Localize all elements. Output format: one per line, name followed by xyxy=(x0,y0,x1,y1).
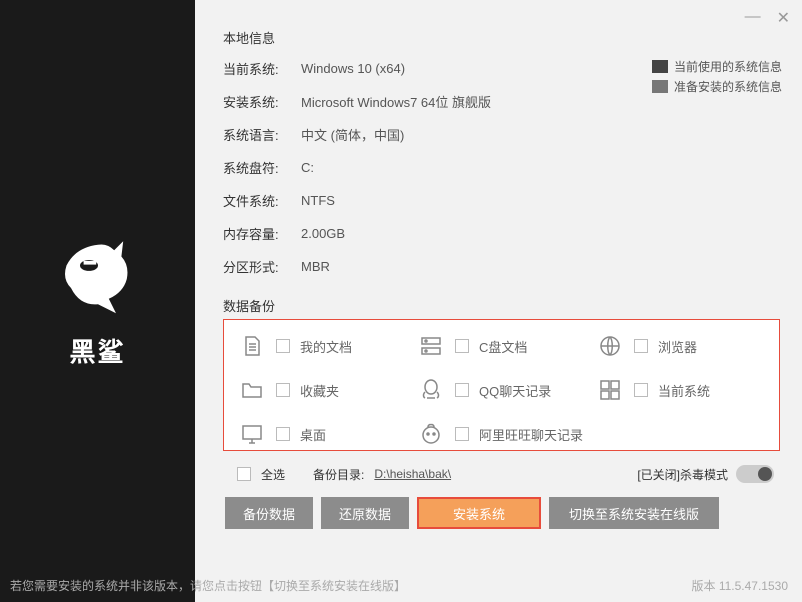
backup-dir-path[interactable]: D:\heisha\bak\ xyxy=(374,467,451,481)
wangwang-icon xyxy=(417,420,445,448)
checkbox[interactable] xyxy=(634,339,648,353)
local-info-title: 本地信息 xyxy=(223,28,780,47)
backup-item-browser[interactable]: 浏览器 xyxy=(596,332,765,360)
document-icon xyxy=(238,332,266,360)
checkbox[interactable] xyxy=(455,427,469,441)
drive-icon xyxy=(417,332,445,360)
checkbox[interactable] xyxy=(276,427,290,441)
minimize-button[interactable]: — xyxy=(745,8,761,28)
sidebar: 黑鲨 xyxy=(0,0,195,602)
windows-icon xyxy=(596,376,624,404)
backup-item-documents[interactable]: 我的文档 xyxy=(238,332,407,360)
browser-icon xyxy=(596,332,624,360)
qq-icon xyxy=(417,376,445,404)
backup-item-favorites[interactable]: 收藏夹 xyxy=(238,376,407,404)
backup-item-system[interactable]: 当前系统 xyxy=(596,376,765,404)
backup-item-cdrive[interactable]: C盘文档 xyxy=(417,332,586,360)
info-row: 分区形式:MBR xyxy=(223,257,780,276)
footer-tip: 若您需要安装的系统并非该版本，请您点击按钮【切换至系统安装在线版】 xyxy=(10,577,406,594)
desktop-icon xyxy=(238,420,266,448)
footer-version: 版本 11.5.47.1530 xyxy=(691,577,788,594)
backup-item-desktop[interactable]: 桌面 xyxy=(238,420,407,448)
restore-button[interactable]: 还原数据 xyxy=(321,497,409,529)
virus-mode-toggle[interactable] xyxy=(736,465,774,483)
main-panel: 当前使用的系统信息 准备安装的系统信息 本地信息 当前系统:Windows 10… xyxy=(195,0,802,602)
legend-target-label: 准备安装的系统信息 xyxy=(674,78,782,95)
info-row: 内存容量:2.00GB xyxy=(223,224,780,243)
switch-button[interactable]: 切换至系统安装在线版 xyxy=(549,497,719,529)
checkbox[interactable] xyxy=(276,339,290,353)
shark-icon xyxy=(53,234,143,324)
install-button[interactable]: 安装系统 xyxy=(417,497,541,529)
backup-button[interactable]: 备份数据 xyxy=(225,497,313,529)
checkbox[interactable] xyxy=(455,339,469,353)
backup-item-qq[interactable]: QQ聊天记录 xyxy=(417,376,586,404)
select-all-label: 全选 xyxy=(261,466,285,483)
legend-current-label: 当前使用的系统信息 xyxy=(674,58,782,75)
legend-swatch-target xyxy=(652,80,668,93)
brand-name: 黑鲨 xyxy=(69,332,125,369)
backup-dir-label: 备份目录: xyxy=(313,466,364,483)
close-button[interactable]: ✕ xyxy=(777,8,790,28)
folder-icon xyxy=(238,376,266,404)
checkbox[interactable] xyxy=(634,383,648,397)
info-row: 文件系统:NTFS xyxy=(223,191,780,210)
virus-mode-label: [已关闭]杀毒模式 xyxy=(637,466,728,483)
info-row: 系统盘符:C: xyxy=(223,158,780,177)
checkbox[interactable] xyxy=(455,383,469,397)
backup-title: 数据备份 xyxy=(223,296,780,315)
backup-box: 我的文档 C盘文档 浏览器 收藏夹 QQ聊天记录 xyxy=(223,319,780,451)
info-row: 系统语言:中文 (简体，中国) xyxy=(223,125,780,144)
select-all-checkbox[interactable] xyxy=(237,467,251,481)
checkbox[interactable] xyxy=(276,383,290,397)
backup-item-wangwang[interactable]: 阿里旺旺聊天记录 xyxy=(417,420,586,448)
legend: 当前使用的系统信息 准备安装的系统信息 xyxy=(652,58,782,98)
logo: 黑鲨 xyxy=(53,234,143,369)
legend-swatch-current xyxy=(652,60,668,73)
